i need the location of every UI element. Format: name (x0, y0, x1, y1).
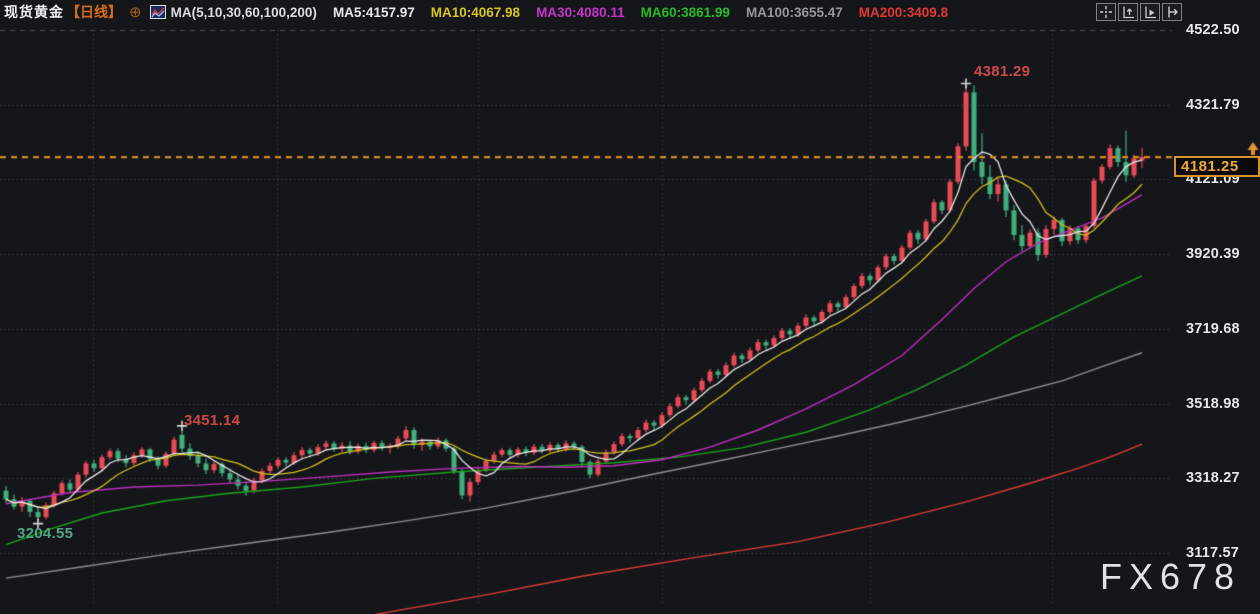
ma-params-label: MA(5,10,30,60,100,200) (171, 5, 317, 20)
ma-legend-item: MA100:3655.47 (746, 5, 843, 20)
period-label[interactable]: 【日线】 (66, 2, 122, 22)
crosshair-icon[interactable] (1096, 3, 1116, 21)
ma-legend-item: MA60:3861.99 (641, 5, 730, 20)
axis-price-label: 3920.39 (1186, 247, 1260, 261)
current-price-value: 4181.25 (1181, 158, 1239, 175)
axis-price-label: 3117.57 (1186, 546, 1260, 560)
indicator-chart-icon[interactable] (150, 5, 166, 19)
axis-price-label: 3719.68 (1186, 322, 1260, 336)
scale-y-axis-icon[interactable] (1118, 3, 1138, 21)
ma-legend-item: MA30:4080.11 (536, 5, 625, 20)
axis-price-label: 3518.98 (1186, 397, 1260, 411)
swing-high-annotation: 3451.14 (184, 412, 240, 429)
pan-right-icon[interactable] (1162, 3, 1182, 21)
ma-legend-item: MA10:4067.98 (431, 5, 520, 20)
instrument-title: 现货黄金 (4, 2, 64, 22)
axis-price-label: 3318.27 (1186, 471, 1260, 485)
auto-scale-icon[interactable] (1140, 3, 1160, 21)
chart-header: 现货黄金 【日线】 ⊕ MA(5,10,30,60,100,200) MA5:4… (4, 0, 948, 24)
swing-low-annotation: 3204.55 (17, 525, 73, 542)
ma-legend: MA5:4157.97 MA10:4067.98 MA30:4080.11 MA60:… (317, 5, 948, 20)
axis-price-label: 4321.79 (1186, 98, 1260, 112)
ma-legend-item: MA200:3409.8 (859, 5, 948, 20)
chart-window: 现货黄金 【日线】 ⊕ MA(5,10,30,60,100,200) MA5:4… (0, 0, 1260, 614)
axis-price-label: 4522.50 (1186, 23, 1260, 37)
ma-legend-item: MA5:4157.97 (333, 5, 415, 20)
high-price-annotation: 4381.29 (974, 63, 1030, 80)
chart-toolbar (1096, 3, 1182, 21)
target-circle-plus-icon[interactable]: ⊕ (129, 5, 142, 20)
watermark: FX678 (1100, 556, 1241, 598)
candlestick-chart[interactable] (0, 0, 1260, 614)
current-price-tag: 4181.25 (1174, 156, 1260, 177)
